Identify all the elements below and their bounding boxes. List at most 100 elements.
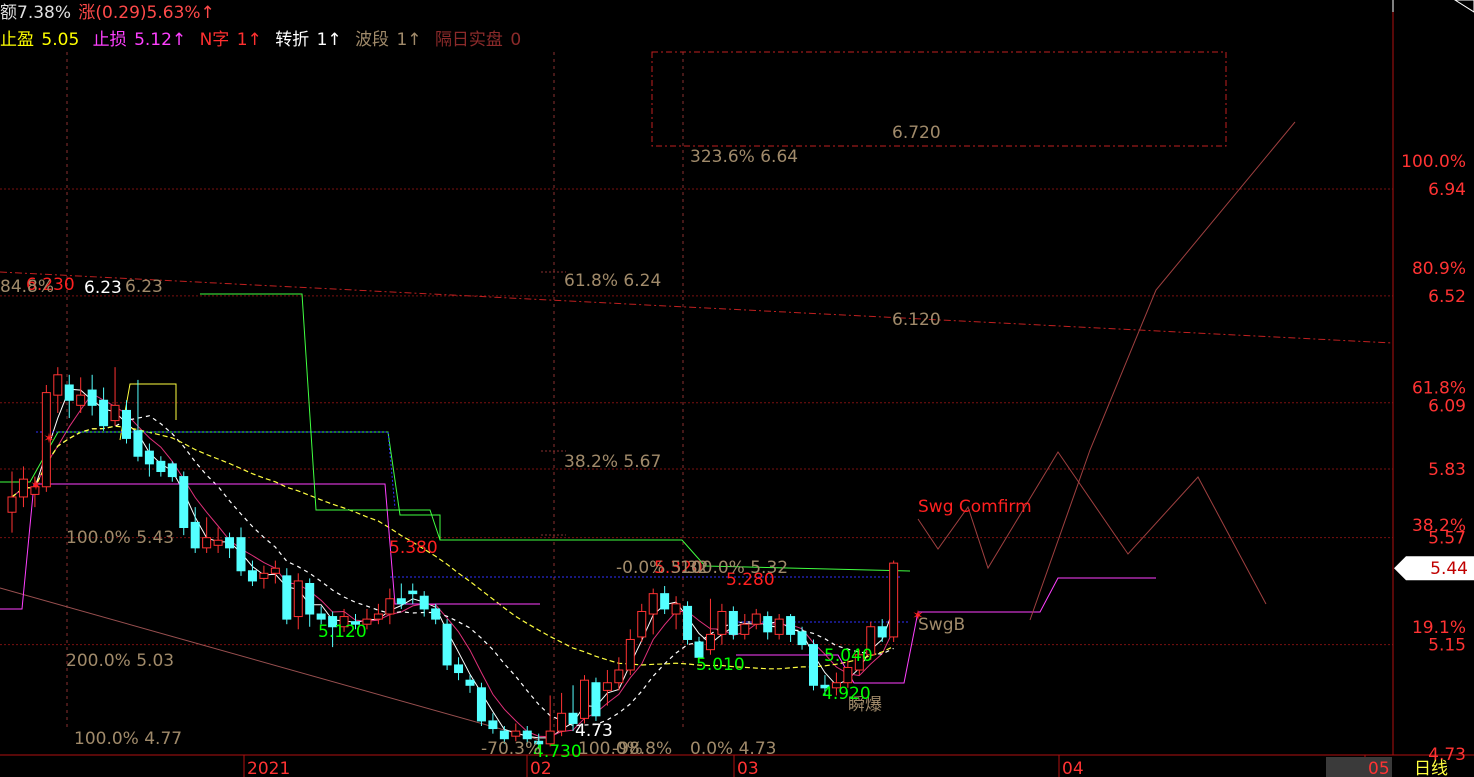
candle-up xyxy=(648,593,658,615)
candle-up xyxy=(637,610,647,638)
candle-up xyxy=(614,669,624,684)
candle-down xyxy=(167,463,177,478)
annotation-label: SwgB xyxy=(918,615,965,635)
grid-lines xyxy=(0,0,1474,756)
candle-up xyxy=(293,580,303,618)
annotation-label: 6.23 xyxy=(84,278,122,298)
time-tick-label: 2021 xyxy=(247,759,290,777)
candle-down xyxy=(763,616,773,633)
candle-down xyxy=(316,613,326,620)
candle-up xyxy=(580,679,589,719)
candle-up xyxy=(76,394,86,406)
candle-down xyxy=(591,682,601,717)
candle-down xyxy=(122,409,131,439)
trend-line-upper xyxy=(0,271,1394,344)
candle-up xyxy=(557,712,567,732)
blue-dotted-1 xyxy=(36,431,396,509)
candle-down xyxy=(305,582,315,615)
candle-down xyxy=(728,610,738,635)
candle-down xyxy=(442,623,452,666)
candle-up xyxy=(385,598,395,615)
candle-up xyxy=(110,404,120,422)
annotation-label: 5.010 xyxy=(696,655,745,675)
candle-down xyxy=(87,389,97,406)
time-tick-label: 02 xyxy=(530,759,552,777)
candle-down xyxy=(133,430,143,457)
candle-down xyxy=(454,664,464,674)
current-price-label: 5.44 xyxy=(1430,559,1468,579)
period-label: 日线 xyxy=(1414,759,1448,777)
annotation-label: 0.0% 4.73 xyxy=(690,739,776,759)
candle-down xyxy=(465,679,475,686)
candle-down xyxy=(190,521,200,549)
annotation-label: 6.23 xyxy=(125,277,163,297)
candle-down xyxy=(247,570,257,582)
time-tick-label: 03 xyxy=(737,759,759,777)
annotation-label: 5.040 xyxy=(824,646,873,666)
candle-up xyxy=(671,603,681,615)
annotation-label: 6.120 xyxy=(892,310,941,330)
annotation-label: 100.0% 5.43 xyxy=(66,528,174,548)
axis-price-label: 5.15 xyxy=(1428,636,1466,656)
candle-down xyxy=(156,460,166,473)
axis-percent-label: 100.0% xyxy=(1401,152,1466,172)
annotation-label: -98.8% xyxy=(612,739,672,759)
candle-up xyxy=(202,537,212,549)
candle-down xyxy=(225,537,235,549)
annotation-label: 61.8% 6.24 xyxy=(564,271,661,291)
candle-down xyxy=(683,605,693,640)
candle-down xyxy=(236,537,246,572)
time-tick-label: 04 xyxy=(1062,759,1084,777)
candle-up xyxy=(774,618,784,635)
annotation-label: 84.8% xyxy=(0,277,54,297)
annotation-label: 4.73 xyxy=(575,721,613,741)
candle-down xyxy=(419,595,429,610)
annotation-label: 200.0% 5.03 xyxy=(66,651,174,671)
candle-down xyxy=(282,575,292,620)
candle-up xyxy=(889,562,899,638)
price-axis: 100.0%6.9480.9%6.5261.8%6.095.8338.2%5.5… xyxy=(1392,0,1474,765)
projection-rise xyxy=(1029,121,1296,621)
candle-up xyxy=(625,638,635,671)
annotation-label: 5.120 xyxy=(318,622,367,642)
annotation-label: -70.3% xyxy=(481,739,541,759)
annotation-label: 4.920 xyxy=(822,684,871,704)
annotation-label: Swg Comfirm xyxy=(918,497,1032,517)
annotation-label: 38.2% 5.67 xyxy=(564,452,661,472)
annotation-label: 100.0% 5.32 xyxy=(680,558,788,578)
indicator-lines xyxy=(0,121,1296,739)
candle-down xyxy=(499,730,509,740)
candle-down xyxy=(64,384,74,401)
annotation-label: 6.720 xyxy=(892,123,941,143)
candle-up xyxy=(602,682,612,691)
candle-down xyxy=(786,616,796,635)
candle-down xyxy=(408,590,418,595)
candle-down xyxy=(877,626,887,638)
candle-down xyxy=(797,631,807,646)
star-marker-icon: ✶ xyxy=(43,431,55,447)
candle-down xyxy=(431,608,441,620)
candle-up xyxy=(259,572,269,579)
candle-down xyxy=(99,399,109,427)
candle-down xyxy=(144,450,154,465)
candle-down xyxy=(396,598,406,605)
candle-up xyxy=(270,567,280,574)
axis-price-label: 6.52 xyxy=(1428,287,1466,307)
annotation-label: 100.0% 4.77 xyxy=(74,729,182,749)
star-marker-icon: ✶ xyxy=(30,478,42,494)
candle-up xyxy=(213,539,223,546)
axis-price-label: 5.57 xyxy=(1428,529,1466,549)
time-axis: 2021 02 03 04 05 日线 xyxy=(243,755,1448,777)
candle-up xyxy=(843,666,853,684)
axis-price-label: 6.09 xyxy=(1428,396,1466,416)
candle-down xyxy=(660,593,670,610)
projection-zigzag xyxy=(917,451,1267,605)
candle-up xyxy=(705,633,715,651)
annotation-label: 323.6% 6.64 xyxy=(690,147,798,167)
candlestick-chart[interactable]: Swg ComfirmSwgB瞬爆5.1205.0104.9205.0405.3… xyxy=(0,0,1474,777)
candle-down xyxy=(522,730,532,740)
candle-down xyxy=(179,476,189,528)
candle-up xyxy=(18,478,28,498)
candle-down xyxy=(476,687,486,722)
candle-down xyxy=(809,644,818,686)
